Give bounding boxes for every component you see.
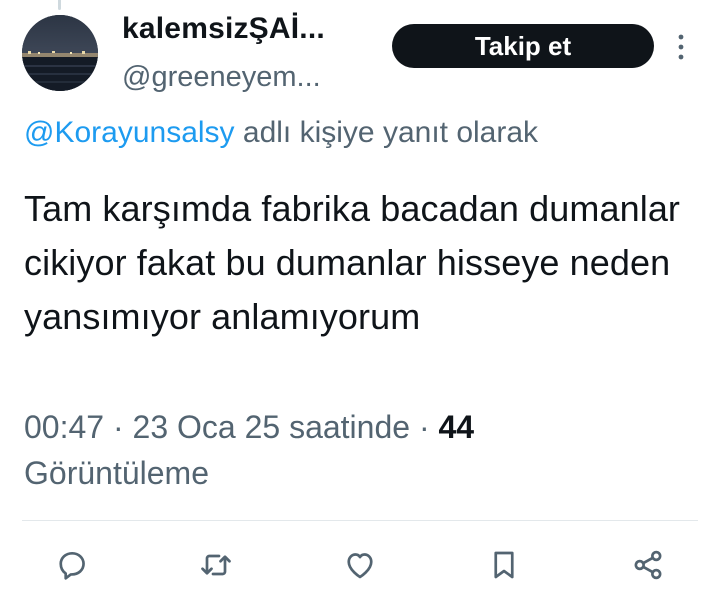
meta-separator: · bbox=[112, 409, 124, 445]
avatar-image bbox=[22, 15, 98, 91]
more-vertical-icon[interactable] bbox=[672, 32, 690, 62]
reply-mention-link[interactable]: @Korayunsalsy bbox=[24, 116, 235, 149]
thread-connector-line bbox=[58, 0, 61, 10]
retweet-icon[interactable] bbox=[196, 545, 236, 585]
reply-context: @Korayunsalsy adlı kişiye yanıt olarak bbox=[24, 116, 538, 150]
tweet-time[interactable]: 00:47 bbox=[24, 409, 104, 445]
bookmark-icon[interactable] bbox=[484, 545, 524, 585]
author-display-name[interactable]: kalemsizŞAİ... bbox=[122, 12, 325, 46]
views-count: 44 bbox=[438, 409, 475, 445]
reply-icon[interactable] bbox=[52, 545, 92, 585]
tweet-meta: 00:47 · 23 Oca 25 saatinde · 44 Görüntül… bbox=[24, 404, 624, 496]
views-label: Görüntüleme bbox=[24, 455, 209, 491]
divider bbox=[22, 520, 698, 521]
tweet-text: Tam karşımda fabrika bacadan dumanlar ci… bbox=[24, 188, 681, 337]
meta-separator: · bbox=[418, 409, 430, 445]
tweet-date[interactable]: 23 Oca 25 saatinde bbox=[133, 409, 411, 445]
avatar[interactable] bbox=[22, 15, 98, 91]
share-icon[interactable] bbox=[628, 545, 668, 585]
like-icon[interactable] bbox=[340, 545, 380, 585]
action-bar bbox=[0, 545, 720, 589]
reply-context-label: adlı kişiye yanıt olarak bbox=[242, 116, 539, 149]
follow-button[interactable]: Takip et bbox=[392, 24, 654, 68]
author-handle[interactable]: @greeneyem... bbox=[122, 61, 321, 94]
